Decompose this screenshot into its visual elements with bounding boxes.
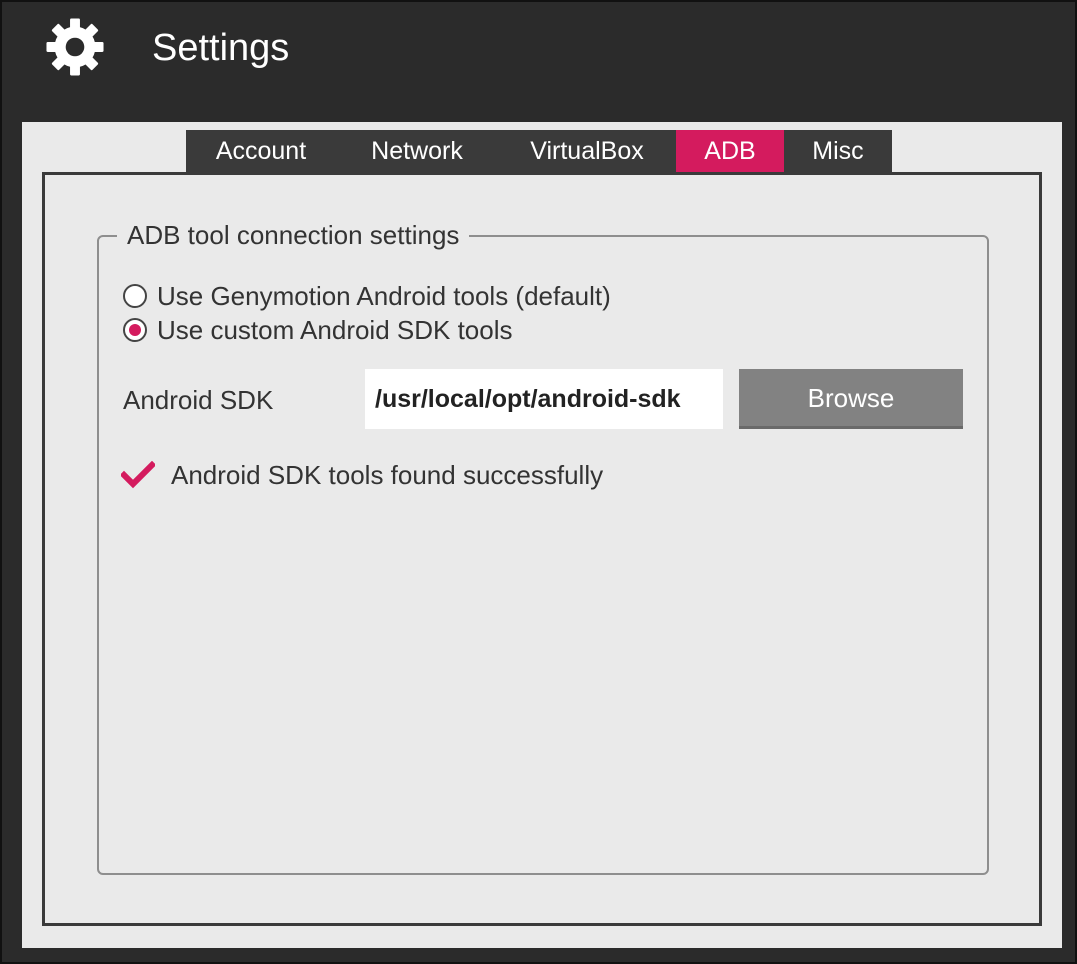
browse-button[interactable]: Browse xyxy=(739,369,963,429)
tab-bar: Account Network VirtualBox ADB Misc xyxy=(186,130,892,172)
radio-label: Use Genymotion Android tools (default) xyxy=(157,280,611,311)
adb-tab-content: ADB tool connection settings Use Genymot… xyxy=(42,172,1042,926)
radio-custom-sdk-tools[interactable]: Use custom Android SDK tools xyxy=(123,314,513,346)
settings-window: Settings Account Network VirtualBox ADB … xyxy=(0,0,1077,964)
check-icon xyxy=(121,461,155,489)
sdk-status: Android SDK tools found successfully xyxy=(121,455,603,495)
tab-network[interactable]: Network xyxy=(336,130,498,172)
radio-button-unchecked[interactable] xyxy=(123,284,147,308)
radio-genymotion-tools[interactable]: Use Genymotion Android tools (default) xyxy=(123,280,611,312)
radio-button-checked[interactable] xyxy=(123,318,147,342)
radio-label: Use custom Android SDK tools xyxy=(157,314,513,345)
group-title: ADB tool connection settings xyxy=(117,217,470,253)
page-title: Settings xyxy=(152,27,290,69)
settings-panel: Account Network VirtualBox ADB Misc ADB … xyxy=(22,122,1062,948)
gear-icon xyxy=(46,18,104,76)
status-text: Android SDK tools found successfully xyxy=(171,459,604,490)
tab-virtualbox[interactable]: VirtualBox xyxy=(498,130,676,172)
tab-account[interactable]: Account xyxy=(186,130,336,172)
android-sdk-label: Android SDK xyxy=(123,385,274,415)
adb-connection-group: ADB tool connection settings Use Genymot… xyxy=(97,217,989,875)
android-sdk-path-input[interactable] xyxy=(365,369,723,429)
tab-adb[interactable]: ADB xyxy=(676,130,784,172)
tab-misc[interactable]: Misc xyxy=(784,130,892,172)
